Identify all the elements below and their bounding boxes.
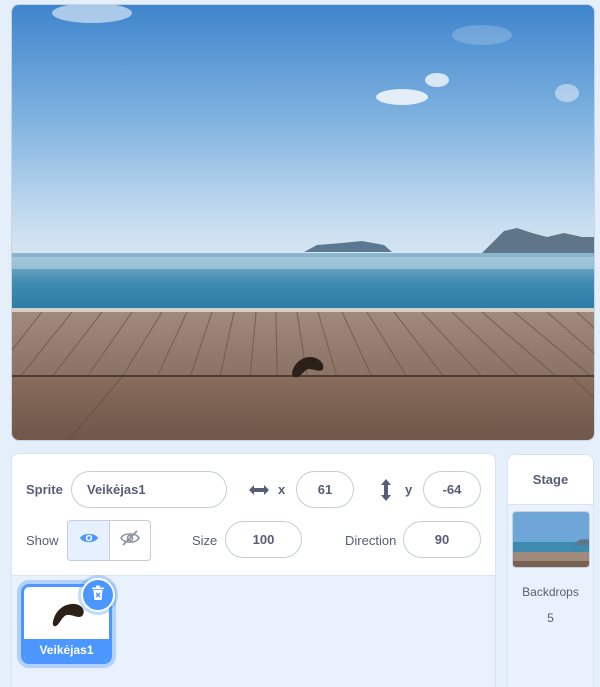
backdrops-label: Backdrops bbox=[522, 585, 579, 599]
backdrops-count: 5 bbox=[547, 611, 554, 625]
sprite-pane: Sprite Veikėjas1 x 61 y -64 Show Size 10… bbox=[11, 453, 496, 687]
stage-canvas[interactable] bbox=[11, 4, 595, 441]
stage-backdrop-image bbox=[12, 5, 594, 440]
y-position-input[interactable]: -64 bbox=[423, 471, 481, 508]
sprite-tile-name: Veikėjas1 bbox=[24, 639, 109, 661]
show-label: Show bbox=[26, 533, 59, 548]
trash-icon bbox=[91, 585, 105, 606]
x-position-input[interactable]: 61 bbox=[296, 471, 354, 508]
size-label: Size bbox=[192, 533, 218, 548]
horizontal-arrows-icon bbox=[248, 480, 270, 500]
show-toggle-group bbox=[67, 520, 151, 561]
x-label: x bbox=[278, 482, 286, 497]
y-label: y bbox=[405, 482, 413, 497]
show-hidden-button[interactable] bbox=[109, 521, 150, 560]
sprite-name-input[interactable]: Veikėjas1 bbox=[71, 471, 227, 508]
sprite-info-panel: Sprite Veikėjas1 x 61 y -64 Show Size 10… bbox=[12, 454, 495, 576]
stage-target-pane[interactable]: Stage Backdrops 5 bbox=[507, 454, 594, 687]
vertical-arrows-icon bbox=[378, 477, 394, 503]
show-visible-button[interactable] bbox=[68, 521, 109, 560]
size-input[interactable]: 100 bbox=[225, 521, 302, 558]
eye-icon bbox=[79, 531, 99, 550]
delete-sprite-button[interactable] bbox=[81, 578, 115, 612]
sprite-label: Sprite bbox=[26, 482, 63, 497]
eye-slash-icon bbox=[120, 530, 140, 551]
direction-label: Direction bbox=[345, 533, 397, 548]
stage-thumbnail[interactable] bbox=[512, 511, 590, 568]
direction-input[interactable]: 90 bbox=[403, 521, 481, 558]
stage-target-title: Stage bbox=[508, 455, 593, 505]
